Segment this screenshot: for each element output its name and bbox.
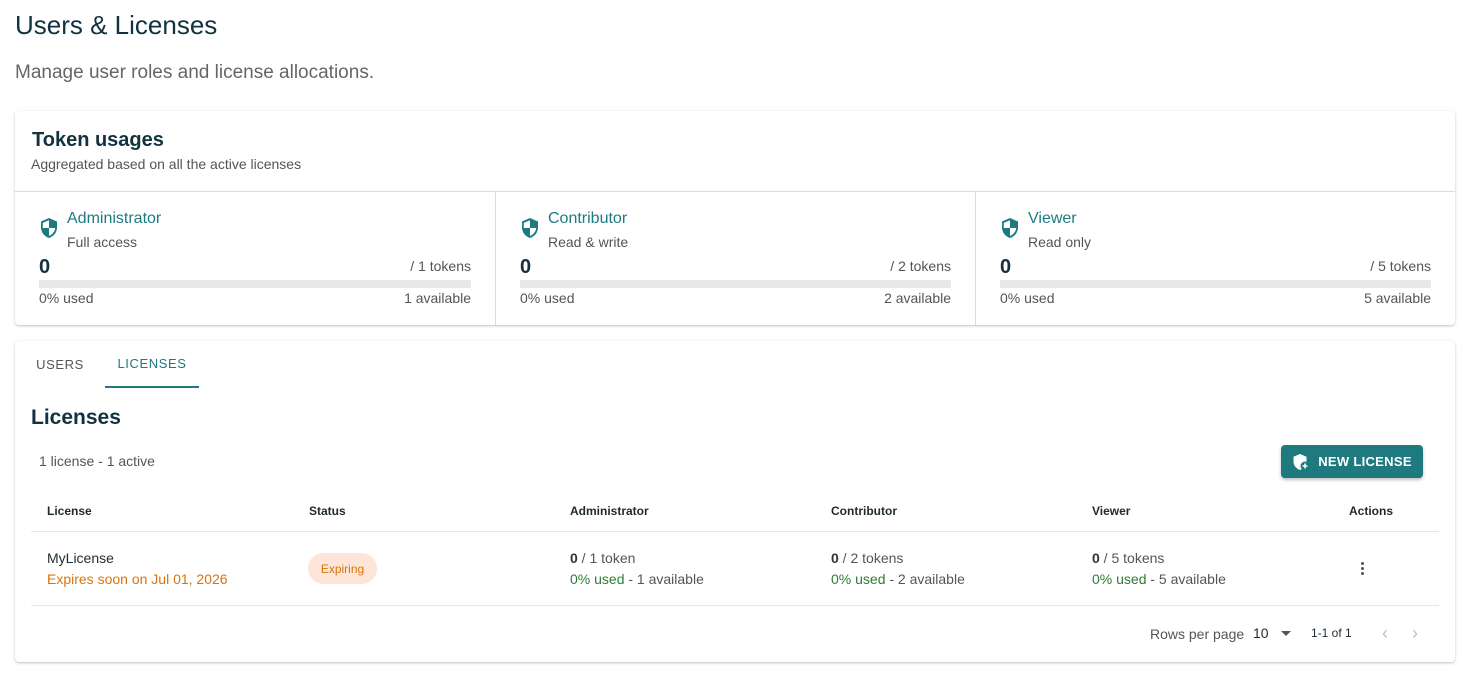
token-total: / 2 tokens <box>890 258 951 274</box>
role-usage-viewer: Viewer Read only 0 / 5 tokens 0% used 5 … <box>975 192 1455 325</box>
tokens-total: / 1 token <box>577 550 636 566</box>
rows-per-page-value: 10 <box>1253 625 1269 641</box>
role-description: Read only <box>1028 234 1092 250</box>
column-header-actions: Actions <box>1349 504 1394 518</box>
more-vertical-icon[interactable] <box>1353 559 1371 577</box>
shield-icon <box>522 218 538 238</box>
role-name: Viewer <box>1028 210 1077 227</box>
divider <box>31 531 1439 532</box>
column-header-administrator: Administrator <box>570 504 649 518</box>
chevron-right-icon[interactable]: › <box>1405 624 1425 644</box>
percent-used: 0% used <box>1092 571 1147 587</box>
divider <box>31 605 1439 606</box>
caret-down-icon <box>1280 630 1291 636</box>
status-badge: Expiring <box>308 553 377 584</box>
shield-plus-icon <box>1293 453 1310 470</box>
role-description: Full access <box>67 234 138 250</box>
page-subtitle: Manage user roles and license allocation… <box>15 62 375 83</box>
licenses-title: Licenses <box>31 406 121 429</box>
page-title: Users & Licenses <box>15 10 218 40</box>
shield-icon <box>41 218 57 238</box>
administrator-tokens: 0 / 1 token 0% used - 1 available <box>570 550 704 587</box>
licenses-summary: 1 license - 1 active <box>39 453 155 469</box>
tab-licenses[interactable]: LICENSES <box>105 341 199 388</box>
token-usages-title: Token usages <box>32 129 164 151</box>
viewer-tokens: 0 / 5 tokens 0% used - 5 available <box>1092 550 1226 587</box>
contributor-tokens: 0 / 2 tokens 0% used - 2 available <box>831 550 965 587</box>
role-description: Read & write <box>548 234 629 250</box>
license-expiry: Expires soon on Jul 01, 2026 <box>47 571 228 587</box>
tab-users[interactable]: USERS <box>15 341 105 388</box>
column-header-viewer: Viewer <box>1092 504 1131 518</box>
chevron-left-icon[interactable]: ‹ <box>1375 624 1395 644</box>
used-count: 0 <box>39 256 51 278</box>
shield-icon <box>1002 218 1018 238</box>
new-license-button[interactable]: NEW LICENSE <box>1281 445 1423 478</box>
used-count: 0 <box>1000 256 1012 278</box>
tokens-total: / 2 tokens <box>838 550 904 566</box>
usage-progress-bar <box>39 280 471 288</box>
token-total: / 5 tokens <box>1370 258 1431 274</box>
percent-used: 0% used <box>570 571 625 587</box>
available-count: 1 available <box>404 290 471 306</box>
usage-progress-bar <box>1000 280 1431 288</box>
role-name: Contributor <box>548 210 628 227</box>
column-header-status: Status <box>309 504 346 518</box>
column-header-license: License <box>47 504 92 518</box>
available-count: 5 available <box>1364 290 1431 306</box>
token-usages-subtitle: Aggregated based on all the active licen… <box>31 156 302 172</box>
token-total: / 1 tokens <box>410 258 471 274</box>
tokens-used: 0 <box>831 550 839 566</box>
tokens-available: - 1 available <box>624 571 704 587</box>
tokens-available: - 2 available <box>885 571 965 587</box>
rows-per-page-select[interactable]: 10 <box>1253 625 1291 641</box>
role-usage-contributor: Contributor Read & write 0 / 2 tokens 0%… <box>495 192 975 325</box>
tokens-available: - 5 available <box>1146 571 1226 587</box>
percent-used: 0% used <box>520 290 575 306</box>
role-usage-administrator: Administrator Full access 0 / 1 tokens 0… <box>15 192 495 325</box>
usage-progress-bar <box>520 280 951 288</box>
tokens-used: 0 <box>570 550 578 566</box>
license-name: MyLicense <box>47 550 114 566</box>
percent-used: 0% used <box>831 571 886 587</box>
token-usages-card: Token usages Aggregated based on all the… <box>15 111 1455 325</box>
column-header-contributor: Contributor <box>831 504 897 518</box>
tokens-used: 0 <box>1092 550 1100 566</box>
percent-used: 0% used <box>1000 290 1055 306</box>
licenses-card: USERS LICENSES Licenses 1 license - 1 ac… <box>15 341 1455 662</box>
tokens-total: / 5 tokens <box>1099 550 1165 566</box>
percent-used: 0% used <box>39 290 94 306</box>
pagination-range: 1-1 of 1 <box>1311 626 1352 640</box>
role-name: Administrator <box>67 210 162 227</box>
available-count: 2 available <box>884 290 951 306</box>
rows-per-page-label: Rows per page <box>1150 626 1245 642</box>
used-count: 0 <box>520 256 532 278</box>
new-license-label: NEW LICENSE <box>1318 454 1412 469</box>
